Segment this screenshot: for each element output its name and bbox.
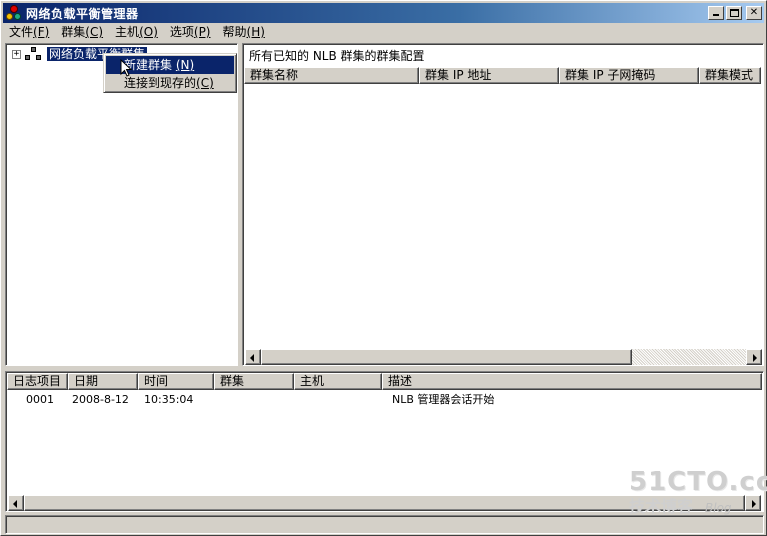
col-log-entry[interactable]: 日志项目 [7,373,68,390]
log-table-header: 日志项目 日期 时间 群集 主机 描述 [7,373,762,390]
col-log-cluster[interactable]: 群集 [214,373,294,390]
col-log-date[interactable]: 日期 [68,373,138,390]
scroll-thumb[interactable] [261,349,632,365]
menu-host[interactable]: 主机(O) [109,23,164,42]
menu-file[interactable]: 文件(F) [3,23,55,42]
window-title: 网络负载平衡管理器 [26,6,139,21]
menu-cluster[interactable]: 群集(C) [55,23,109,42]
nlb-manager-window: 网络负载平衡管理器 ✕ 文件(F) 群集(C) 主机(O) 选项(P) 帮助(H… [0,0,767,536]
arrow-right-icon [753,354,757,362]
col-cluster-mode[interactable]: 群集模式 [699,67,761,84]
col-cluster-name[interactable]: 群集名称 [244,67,419,84]
log-scroll-left-button[interactable] [8,495,24,511]
col-log-time[interactable]: 时间 [138,373,214,390]
minimize-icon [713,14,719,16]
cluster-table-header: 群集名称 群集 IP 地址 群集 IP 子网掩码 群集模式 [244,67,761,84]
col-log-host[interactable]: 主机 [294,373,382,390]
cluster-pane-caption: 所有已知的 NLB 群集的群集配置 [249,49,425,63]
mouse-pointer-icon [120,59,132,77]
log-cluster [218,392,298,408]
col-cluster-subnet[interactable]: 群集 IP 子网掩码 [559,67,699,84]
cluster-list-pane: 所有已知的 NLB 群集的群集配置 群集名称 群集 IP 地址 群集 IP 子网… [242,43,764,366]
log-entry-id: 0001 [26,393,54,406]
expand-plus-icon[interactable]: + [12,49,21,59]
minimize-button[interactable] [708,6,724,20]
nlb-manager-icon[interactable] [6,5,22,21]
scroll-left-button[interactable] [245,349,261,365]
cluster-pane-hscroll[interactable] [245,349,762,365]
watermark-blog: Blog [705,501,732,515]
title-bar[interactable]: 网络负载平衡管理器 ✕ [3,3,764,23]
close-icon: ✕ [749,7,759,18]
log-host [298,392,386,408]
watermark: 51CTO.com 技术博客Blog [629,467,767,517]
log-date: 2008-8-12 [72,393,129,406]
maximize-button[interactable] [726,6,742,20]
arrow-left-icon [13,500,17,508]
scroll-track[interactable] [632,349,746,365]
menu-help[interactable]: 帮助(H) [217,23,271,42]
log-description: NLB 管理器会话开始 [392,393,495,406]
maximize-icon [730,9,739,17]
col-cluster-ip[interactable]: 群集 IP 地址 [419,67,559,84]
arrow-left-icon [250,354,254,362]
log-row[interactable]: 0001 2008-8-12 10:35:04 NLB 管理器会话开始 [6,392,756,408]
menu-bar: 文件(F) 群集(C) 主机(O) 选项(P) 帮助(H) [3,23,764,42]
log-time: 10:35:04 [144,393,194,406]
col-log-description[interactable]: 描述 [382,373,762,390]
nlb-cluster-icon [25,47,43,61]
status-bar [5,515,764,534]
scroll-right-button[interactable] [746,349,762,365]
close-button[interactable]: ✕ [746,6,762,20]
menu-options[interactable]: 选项(P) [164,23,217,42]
